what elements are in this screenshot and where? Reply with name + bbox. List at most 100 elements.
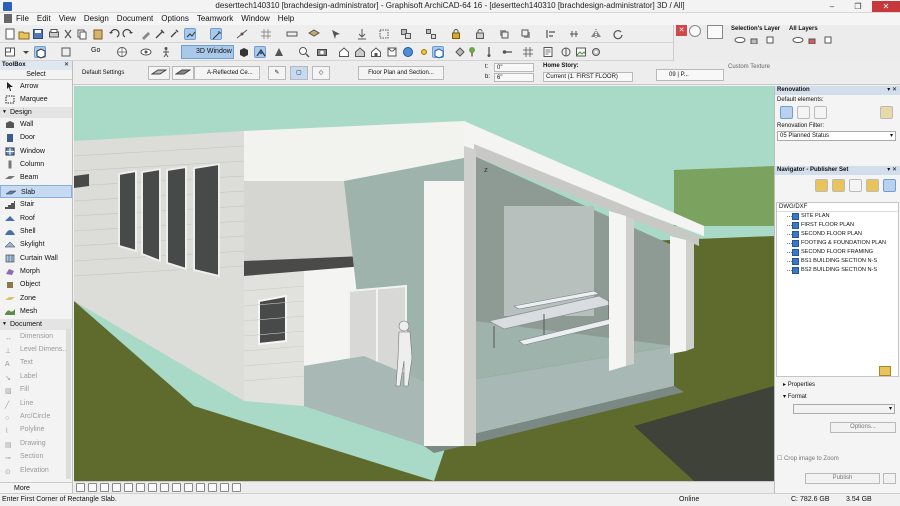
tool-wall[interactable]: Wall (0, 118, 72, 131)
renovation-settings-icon[interactable] (880, 106, 893, 119)
tool-arrow[interactable]: Arrow (0, 80, 72, 93)
orbit-icon[interactable] (254, 46, 266, 58)
renovation-close-icon[interactable]: ▾ ✕ (887, 86, 897, 95)
rulers-icon[interactable] (286, 28, 298, 40)
align-icon[interactable] (545, 28, 557, 40)
tool-dimension[interactable]: ↔ Dimension (0, 330, 72, 343)
publish-set-icon[interactable] (849, 179, 862, 192)
paint-bucket-icon[interactable] (454, 46, 466, 58)
open-folder-icon[interactable] (18, 28, 30, 40)
tool-level-dimension[interactable]: ⊥ Level Dimens... (0, 343, 72, 356)
nav-zoom-out-icon[interactable] (124, 483, 133, 492)
view-map-icon[interactable] (883, 179, 896, 192)
nav-fit-icon[interactable] (100, 483, 109, 492)
cut-icon[interactable] (62, 28, 74, 40)
new-element-icon[interactable] (814, 106, 827, 119)
tool-window[interactable]: Window (0, 145, 72, 158)
nav-options-icon[interactable] (232, 483, 241, 492)
grid-snap-icon[interactable] (260, 28, 272, 40)
tool-skylight[interactable]: Skylight (0, 238, 72, 251)
eye-icon[interactable] (734, 36, 746, 44)
3d-style-icon[interactable] (432, 46, 444, 59)
new-file-icon[interactable] (4, 28, 16, 40)
properties-toggle[interactable]: ▸ Properties (783, 381, 815, 388)
inject-icon[interactable] (168, 28, 180, 40)
image-icon[interactable] (575, 46, 587, 58)
tool-elevation[interactable]: ⊙ Elevation (0, 464, 72, 477)
tool-morph[interactable]: Morph (0, 265, 72, 278)
publish-button[interactable]: Publish (805, 473, 880, 484)
tree-root[interactable]: DWG/DXF (777, 203, 898, 212)
plant-icon[interactable] (466, 46, 478, 58)
nav-left-icon[interactable] (208, 483, 217, 492)
tree-item-second-floor[interactable]: SECOND FLOOR PLAN (777, 230, 898, 239)
tool-shell[interactable]: Shell (0, 225, 72, 238)
clone-folder-icon[interactable] (866, 179, 879, 192)
default-settings-label[interactable]: Default Settings (82, 70, 124, 76)
options-button[interactable]: Options... (830, 422, 896, 433)
grid-icon[interactable] (522, 46, 534, 58)
minimize-button[interactable]: – (820, 1, 844, 12)
elevation-view-icon[interactable] (370, 46, 382, 58)
send-backward-icon[interactable] (520, 28, 532, 40)
all-layers-lock-icon[interactable] (808, 36, 816, 45)
slab-structure-icon[interactable] (172, 66, 194, 80)
tool-fill[interactable]: ▧ Fill (0, 383, 72, 396)
slab-settings-icon[interactable] (148, 66, 170, 80)
nav-home-icon[interactable] (76, 483, 85, 492)
tool-line[interactable]: ╱ Line (0, 397, 72, 410)
nav-layout-icon[interactable] (88, 483, 97, 492)
trace-icon[interactable] (184, 28, 196, 40)
eyedropper-icon[interactable] (154, 28, 166, 40)
cursor-snap-icon[interactable] (330, 28, 342, 40)
menu-edit[interactable]: Edit (37, 14, 51, 23)
tree-item-framing[interactable]: SECOND FLOOR FRAMING (777, 248, 898, 257)
3d-model-view[interactable]: z (74, 86, 774, 481)
menu-teamwork[interactable]: Teamwork (197, 14, 233, 23)
print-icon[interactable] (48, 28, 60, 40)
layer-options-icon[interactable] (766, 36, 774, 44)
explore-icon[interactable] (273, 46, 285, 58)
tool-stair[interactable]: Stair (0, 198, 72, 211)
mirror-icon[interactable] (590, 28, 602, 40)
guide-line-icon[interactable] (236, 28, 248, 40)
rectangle-method-icon[interactable]: ▢ (290, 66, 308, 80)
render-icon[interactable] (402, 46, 414, 58)
camera-icon[interactable] (316, 46, 328, 58)
pen-select[interactable]: 09 | P... (656, 69, 724, 81)
tool-drawing[interactable]: ▤ Drawing (0, 437, 72, 450)
walk-icon[interactable] (160, 46, 172, 58)
nav-orbit-icon[interactable] (172, 483, 181, 492)
tool-marquee[interactable]: Marquee (0, 93, 72, 106)
tool-polyline[interactable]: ⌇ Polyline (0, 423, 72, 436)
tool-slab[interactable]: Slab (0, 184, 72, 199)
menu-design[interactable]: Design (84, 14, 109, 23)
navigator-icon[interactable] (116, 46, 128, 58)
unlock-icon[interactable] (474, 28, 486, 40)
detail-icon[interactable] (560, 46, 572, 58)
tool-object[interactable]: Object (0, 278, 72, 291)
menu-view[interactable]: View (59, 14, 76, 23)
format-toggle[interactable]: ▾ Format (783, 393, 807, 400)
lock-layer-icon[interactable] (750, 36, 758, 45)
tool-mesh[interactable]: Mesh (0, 305, 72, 318)
close-red-icon[interactable]: ✕ (676, 25, 687, 36)
document-section-header[interactable]: Document (0, 318, 72, 330)
3d-viewport[interactable]: z (74, 86, 774, 481)
menu-help[interactable]: Help (278, 14, 294, 23)
floor-plan-icon[interactable] (4, 46, 16, 58)
layer-selector[interactable]: A-Reflected Ce... (194, 66, 260, 80)
nav-walk-icon[interactable] (184, 483, 193, 492)
group-icon[interactable] (400, 28, 412, 40)
house-view-icon[interactable] (354, 46, 366, 58)
tree-item-site-plan[interactable]: SITE PLAN (777, 212, 898, 221)
menu-options[interactable]: Options (161, 14, 189, 23)
format-select[interactable] (793, 404, 895, 414)
sun-icon[interactable] (418, 46, 430, 58)
layers-icon[interactable] (308, 28, 320, 40)
home-story-select[interactable]: Current (1. FIRST FLOOR) (543, 72, 633, 82)
menu-file[interactable]: File (16, 14, 29, 23)
tree-item-first-floor[interactable]: FIRST FLOOR PLAN (777, 221, 898, 230)
eye-view-icon[interactable] (140, 46, 152, 58)
show-hide-layer-icon[interactable] (707, 25, 723, 39)
